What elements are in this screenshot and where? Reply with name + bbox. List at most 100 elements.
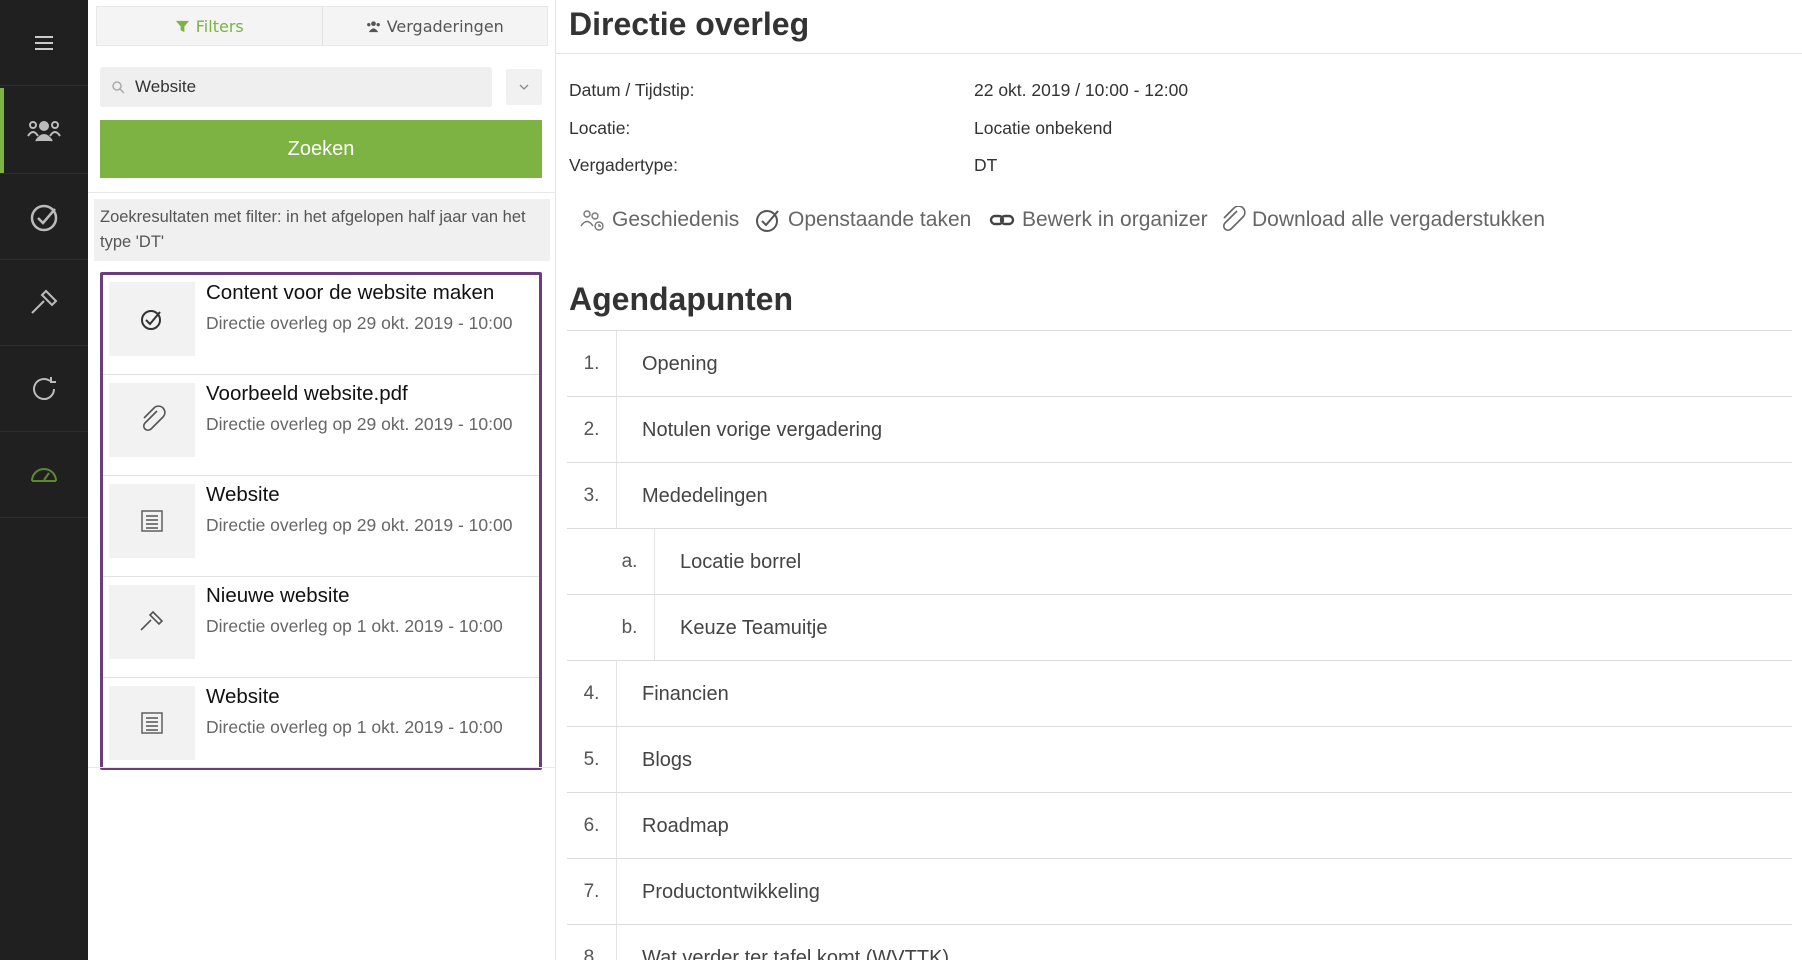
divider	[556, 53, 1802, 54]
agenda-subitem[interactable]: a. Locatie borrel	[567, 528, 1792, 595]
agenda-item-number: a.	[605, 529, 655, 595]
divider	[88, 767, 556, 768]
meetings-icon	[27, 120, 61, 142]
meta-value-date: 22 okt. 2019 / 10:00 - 12:00	[974, 80, 1189, 100]
search-results: Content voor de website maken Directie o…	[100, 272, 542, 770]
tab-filters-label: Filters	[195, 16, 244, 36]
agenda-list-icon	[141, 510, 163, 532]
filter-icon	[175, 20, 189, 32]
result-subtitle: Directie overleg op 29 okt. 2019 - 10:00	[206, 414, 513, 434]
agenda-item-label: Keuze Teamuitje	[680, 616, 828, 639]
result-item[interactable]: Content voor de website maken Directie o…	[103, 275, 539, 375]
result-subtitle: Directie overleg op 29 okt. 2019 - 10:00	[206, 515, 513, 535]
nav-item-tasks[interactable]	[0, 174, 88, 260]
result-item[interactable]: Website Directie overleg op 1 okt. 2019 …	[103, 679, 539, 779]
nav-item-meetings[interactable]	[0, 88, 88, 174]
result-subtitle: Directie overleg op 1 okt. 2019 - 10:00	[206, 616, 503, 636]
agenda-list-icon	[141, 712, 163, 734]
agenda-item[interactable]: 6. Roadmap	[567, 792, 1792, 859]
menu-button[interactable]	[0, 0, 88, 86]
search-input[interactable]	[135, 77, 475, 97]
refresh-icon	[33, 376, 56, 400]
meta-label-type: Vergadertype:	[569, 155, 678, 175]
decisions-gavel-icon	[31, 289, 58, 314]
attachment-icon	[1222, 206, 1246, 232]
edit-in-organizer-label: Bewerk in organizer	[1022, 208, 1208, 231]
gavel-icon	[140, 610, 164, 631]
agenda-item-number: b.	[605, 595, 655, 661]
edit-in-organizer-button[interactable]: Bewerk in organizer	[988, 204, 1208, 236]
agenda-item-label: Opening	[642, 352, 718, 375]
agenda-item-number: 8.	[567, 925, 617, 960]
download-all-label: Download alle vergaderstukken	[1252, 208, 1546, 231]
divider	[88, 192, 556, 193]
open-tasks-button[interactable]: Openstaande taken	[754, 204, 971, 236]
result-subtitle: Directie overleg op 29 okt. 2019 - 10:00	[206, 313, 513, 333]
result-item[interactable]: Website Directie overleg op 29 okt. 2019…	[103, 477, 539, 577]
agenda-item-number: 6.	[567, 793, 617, 859]
tasks-check-icon	[30, 204, 58, 231]
agenda-item[interactable]: 1. Opening	[567, 330, 1792, 397]
agenda-item[interactable]: 2. Notulen vorige vergadering	[567, 396, 1792, 463]
result-title: Website	[206, 483, 280, 506]
agenda-item[interactable]: 3. Mededelingen	[567, 462, 1792, 529]
agenda-item-label: Productontwikkeling	[642, 880, 820, 903]
page-title: Directie overleg	[569, 6, 810, 42]
agenda-item-number: 7.	[567, 859, 617, 925]
nav-item-refresh[interactable]	[0, 346, 88, 432]
search-icon	[112, 81, 125, 94]
meta-label-location: Locatie:	[569, 118, 631, 138]
meta-value-location: Locatie onbekend	[974, 118, 1113, 138]
agenda-item-number: 5.	[567, 727, 617, 793]
agenda-item-label: Mededelingen	[642, 484, 768, 507]
search-filter-notice: Zoekresultaten met filter: in het afgelo…	[94, 199, 550, 261]
search-box	[100, 67, 492, 107]
menu-icon	[35, 35, 53, 50]
open-tasks-icon	[756, 210, 779, 232]
agenda-item-label: Blogs	[642, 748, 693, 771]
agenda-item[interactable]: 4. Financien	[567, 660, 1792, 727]
result-subtitle: Directie overleg op 1 okt. 2019 - 10:00	[206, 717, 503, 737]
agenda-item-number: 3.	[567, 463, 617, 529]
meta-label-date: Datum / Tijdstip:	[569, 80, 695, 100]
agenda-item-number: 4.	[567, 661, 617, 727]
meeting-detail: Directie overleg Datum / Tijdstip: 22 ok…	[556, 0, 1802, 960]
attachment-icon	[142, 405, 166, 432]
result-title: Content voor de website maken	[206, 281, 495, 304]
search-button[interactable]: Zoeken	[100, 120, 542, 178]
tab-vergaderingen[interactable]: Vergaderingen	[321, 7, 548, 45]
dashboard-gauge-icon	[31, 467, 57, 482]
result-title: Voorbeeld website.pdf	[206, 382, 408, 405]
agenda-item[interactable]: 5. Blogs	[567, 726, 1792, 793]
nav-item-decisions[interactable]	[0, 260, 88, 346]
result-item[interactable]: Nieuwe website Directie overleg op 1 okt…	[103, 578, 539, 678]
search-options-dropdown[interactable]	[506, 69, 542, 105]
search-tabs: Filters Vergaderingen	[96, 6, 548, 46]
history-button[interactable]: Geschiedenis	[578, 204, 739, 236]
download-all-button[interactable]: Download alle vergaderstukken	[1218, 204, 1545, 236]
link-icon	[989, 214, 1015, 226]
history-label: Geschiedenis	[612, 208, 740, 231]
agenda-item[interactable]: 8. Wat verder ter tafel komt (WVTTK)	[567, 924, 1792, 960]
agenda-item[interactable]: 7. Productontwikkeling	[567, 858, 1792, 925]
result-item[interactable]: Voorbeeld website.pdf Directie overleg o…	[103, 376, 539, 476]
nav-item-dashboard[interactable]	[0, 432, 88, 518]
main-navigation	[0, 0, 88, 960]
chevron-down-icon	[519, 84, 529, 90]
agenda-item-label: Wat verder ter tafel komt (WVTTK)	[642, 946, 950, 960]
agenda-subitem[interactable]: b. Keuze Teamuitje	[567, 594, 1792, 661]
meta-value-type: DT	[974, 155, 998, 175]
agenda-item-number: 1.	[567, 331, 617, 397]
open-tasks-label: Openstaande taken	[788, 208, 972, 231]
meetings-icon	[366, 20, 380, 32]
agenda-title: Agendapunten	[569, 281, 793, 317]
task-check-icon	[141, 310, 161, 330]
result-title: Website	[206, 685, 280, 708]
search-column: Filters Vergaderingen Zoeken Zoekresulta…	[88, 0, 556, 960]
result-title: Nieuwe website	[206, 584, 350, 607]
agenda-item-number: 2.	[567, 397, 617, 463]
tab-filters[interactable]: Filters	[97, 7, 322, 45]
agenda-item-label: Notulen vorige vergadering	[642, 418, 883, 441]
agenda-item-label: Financien	[642, 682, 729, 705]
tab-vergaderingen-label: Vergaderingen	[386, 16, 504, 36]
